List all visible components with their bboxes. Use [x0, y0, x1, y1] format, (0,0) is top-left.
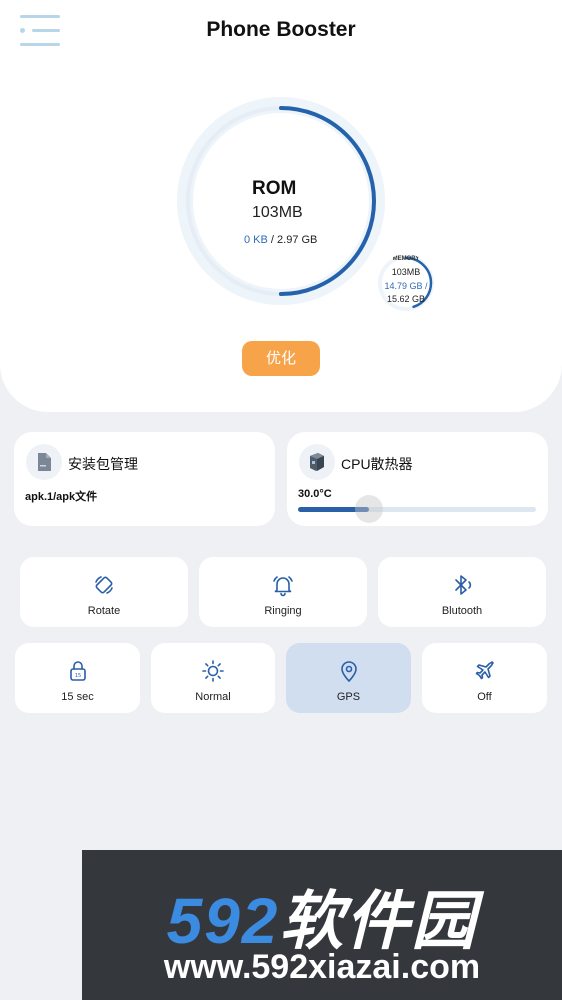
watermark-banner: 592软件园 www.592xiazai.com — [82, 850, 562, 1000]
cpu-cooler-card[interactable]: CPU散热器 30.0°C — [287, 432, 548, 526]
toggle-airplane[interactable]: Off — [422, 643, 547, 713]
toggle-gps-label: GPS — [336, 691, 361, 703]
file-icon — [26, 444, 62, 480]
bluetooth-icon — [455, 575, 472, 595]
top-panel: Phone Booster ROM 103MB 0 KB / 2.97 GB M… — [0, 0, 562, 412]
apk-card-title: 安装包管理 — [68, 456, 138, 472]
toggle-timeout-label: 15 sec — [61, 691, 94, 703]
rom-used: 0 KB — [244, 234, 268, 246]
watermark-number: 592 — [166, 885, 280, 957]
rom-separator: / — [267, 234, 278, 246]
rom-gauge: ROM 103MB 0 KB / 2.97 GB — [172, 92, 390, 310]
apk-manager-card[interactable]: 安装包管理 apk.1/apk文件 — [14, 432, 275, 526]
cpu-slider-thumb[interactable] — [355, 495, 384, 523]
optimize-button[interactable]: 优化 — [242, 341, 320, 376]
memory-total: 15.62 GB — [386, 294, 426, 304]
memory-used: 14.79 GB / — [384, 281, 428, 291]
toggle-ringing[interactable]: Ringing — [199, 557, 367, 627]
memory-value: 103MB — [391, 267, 421, 277]
toggle-brightness-label: Normal — [195, 691, 231, 703]
memory-gauge[interactable]: MEMORY 103MB 14.79 GB / 15.62 GB — [377, 254, 435, 312]
svg-text:15: 15 — [74, 673, 80, 679]
toggle-ringing-label: Ringing — [264, 605, 302, 617]
toggle-rotate[interactable]: Rotate — [20, 557, 188, 627]
lock-icon: 15 — [69, 661, 86, 681]
brightness-icon — [202, 660, 224, 682]
rom-value: 103MB — [252, 204, 303, 221]
apk-card-subtitle: apk.1/apk文件 — [25, 491, 98, 503]
toggle-rotate-label: Rotate — [87, 605, 121, 617]
rom-total: 2.97 GB — [277, 234, 318, 246]
bell-icon — [273, 576, 293, 597]
rotate-icon — [95, 576, 113, 594]
cpu-slider[interactable] — [298, 495, 536, 523]
chip-icon — [299, 444, 335, 480]
toggle-brightness[interactable]: Normal — [151, 643, 275, 713]
memory-label: MEMORY — [392, 256, 420, 262]
cpu-card-title: CPU散热器 — [341, 456, 413, 472]
page-title: Phone Booster — [206, 18, 356, 41]
airplane-icon — [475, 661, 494, 680]
toggle-gps[interactable]: GPS — [286, 643, 411, 713]
toggle-airplane-label: Off — [477, 691, 492, 703]
toggle-screen-timeout[interactable]: 15 15 sec — [15, 643, 140, 713]
rom-usage: 0 KB / 2.97 GB — [244, 234, 317, 246]
toggle-bluetooth[interactable]: Blutooth — [378, 557, 546, 627]
location-icon — [340, 661, 357, 682]
watermark-text: 软件园 — [279, 885, 478, 957]
rom-label: ROM — [252, 178, 297, 199]
watermark-url: www.592xiazai.com — [163, 948, 481, 986]
cpu-temperature: 30.0°C — [298, 488, 332, 500]
toggle-bluetooth-label: Blutooth — [441, 605, 483, 617]
